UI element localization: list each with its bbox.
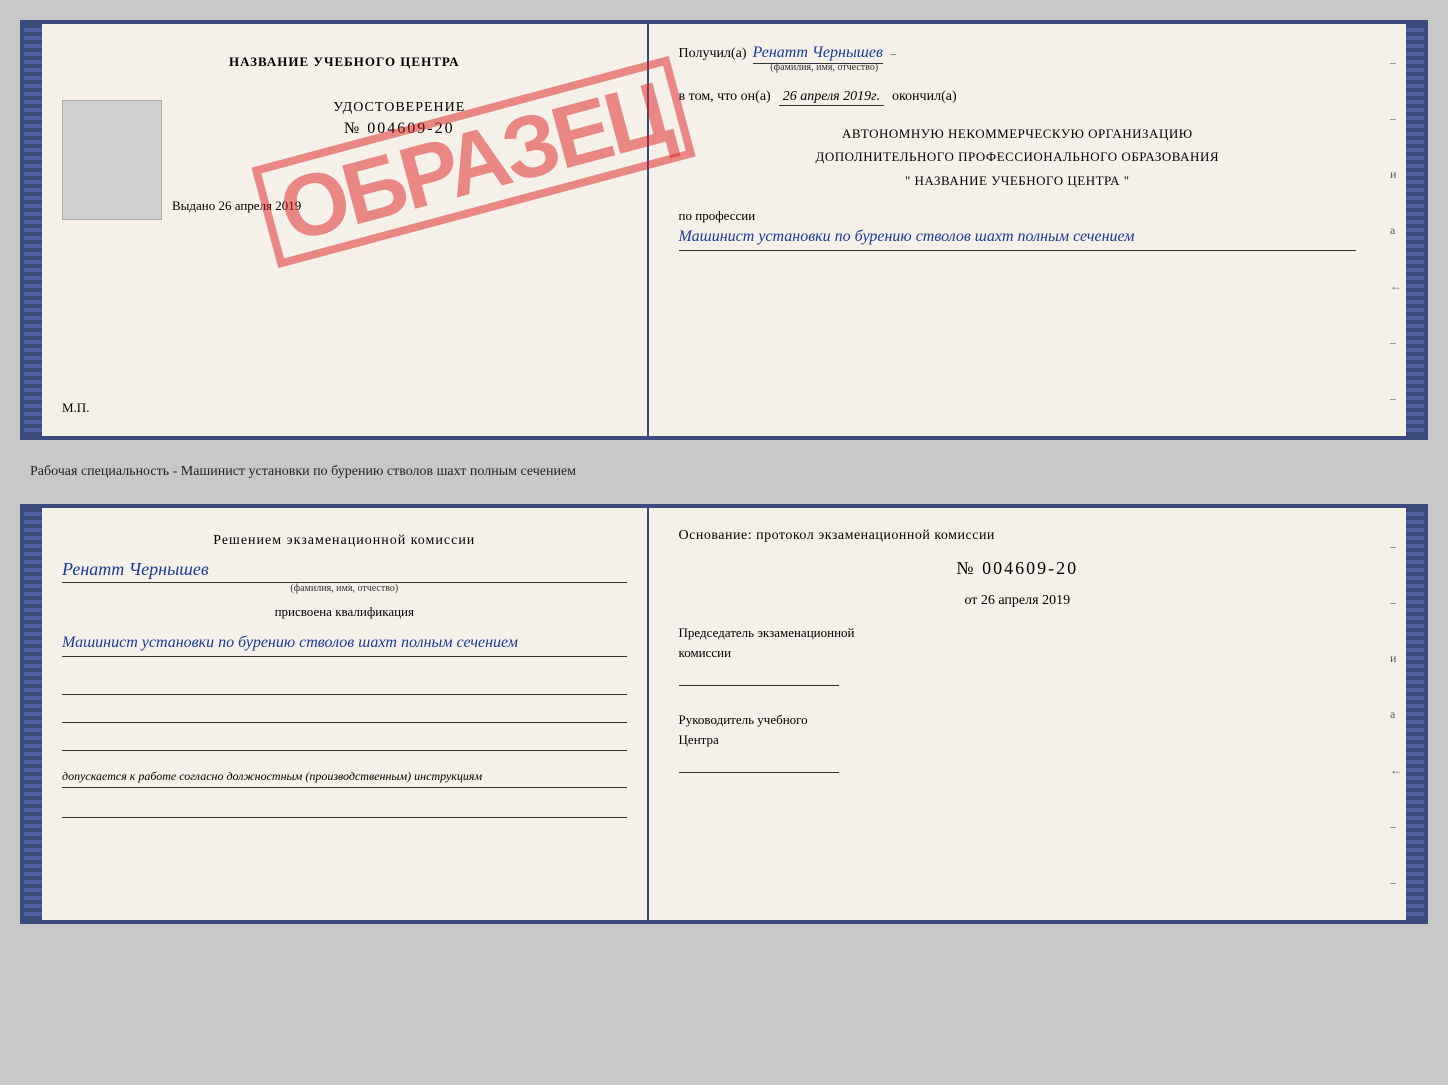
- underline-3: [62, 731, 627, 751]
- ot-label: от: [964, 593, 977, 608]
- prisvoena-label: присвоена квалификация: [62, 604, 627, 620]
- org-line3: " НАЗВАНИЕ УЧЕБНОГО ЦЕНТРА ": [679, 169, 1356, 192]
- predsedatel-line2: комиссии: [679, 643, 1356, 663]
- underline-2: [62, 703, 627, 723]
- vydano-text: Выдано 26 апреля 2019: [172, 198, 301, 213]
- org-line1: АВТОНОМНУЮ НЕКОММЕРЧЕСКУЮ ОРГАНИЗАЦИЮ: [679, 122, 1356, 145]
- bottom-left-spine: [24, 508, 42, 920]
- protocol-date: от 26 апреля 2019: [679, 593, 1356, 609]
- okonchil-label: окончил(а): [892, 89, 957, 105]
- osnovaniye-text: Основание: протокол экзаменационной коми…: [679, 528, 1356, 544]
- predsedatel-sign-line: [679, 666, 839, 686]
- left-spine: [24, 24, 42, 436]
- stamp-obrazec: ОБРАЗЕЦ: [252, 56, 697, 268]
- po-professii-block: по профессии Машинист установки по бурен…: [679, 208, 1356, 251]
- org-line2: ДОПОЛНИТЕЛЬНОГО ПРОФЕССИОНАЛЬНОГО ОБРАЗО…: [679, 145, 1356, 168]
- specialty-text: Рабочая специальность - Машинист установ…: [20, 458, 1428, 486]
- resheniyem-text: Решением экзаменационной комиссии: [62, 533, 627, 549]
- ot-date-value: 26 апреля 2019: [981, 593, 1070, 608]
- profession-name-top: Машинист установки по бурению стволов ша…: [679, 224, 1356, 251]
- vtom-row: в том, что он(а) 26 апреля 2019г. окончи…: [679, 89, 1356, 106]
- right-spine-top: [1406, 24, 1424, 436]
- predsedatel-line1: Председатель экзаменационной: [679, 623, 1356, 643]
- school-title: НАЗВАНИЕ УЧЕБНОГО ЦЕНТРА: [229, 54, 460, 70]
- bottom-right-side-dashes: – – и а ← – –: [1386, 508, 1406, 920]
- top-certificate-book: НАЗВАНИЕ УЧЕБНОГО ЦЕНТРА УДОСТОВЕРЕНИЕ №…: [20, 20, 1428, 440]
- poluchil-name-block: Ренатт Чернышев – (фамилия, имя, отчеств…: [753, 44, 896, 73]
- vtom-label: в том, что он(а): [679, 89, 771, 105]
- qualification-name: Машинист установки по бурению стволов ша…: [62, 630, 627, 657]
- bottom-certificate-book: Решением экзаменационной комиссии Ренатт…: [20, 504, 1428, 924]
- fio-label-bottom: (фамилия, имя, отчество): [62, 583, 627, 594]
- poluchil-row: Получил(а) Ренатт Чернышев – (фамилия, и…: [679, 44, 1356, 73]
- udost-label: УДОСТОВЕРЕНИЕ: [333, 100, 465, 116]
- predsedatel-text: Председатель экзаменационной комиссии: [679, 623, 1356, 686]
- bottom-left-page: Решением экзаменационной комиссии Ренатт…: [42, 508, 649, 920]
- bottom-right-page: Основание: протокол экзаменационной коми…: [649, 508, 1386, 920]
- right-spine-bottom: [1406, 508, 1424, 920]
- rukovoditel-line2: Центра: [679, 730, 1356, 750]
- right-side-dashes: – – и а ← – –: [1386, 24, 1406, 436]
- mp-row: М.П.: [62, 400, 89, 416]
- org-block: АВТОНОМНУЮ НЕКОММЕРЧЕСКУЮ ОРГАНИЗАЦИЮ ДО…: [679, 122, 1356, 192]
- underline-bottom: [62, 798, 627, 818]
- photo-placeholder: [62, 100, 162, 220]
- number-prefix: №: [956, 558, 975, 578]
- page-wrapper: НАЗВАНИЕ УЧЕБНОГО ЦЕНТРА УДОСТОВЕРЕНИЕ №…: [20, 20, 1428, 924]
- poluchil-label: Получил(а): [679, 46, 747, 62]
- rukovoditel-text: Руководитель учебного Центра: [679, 710, 1356, 773]
- lines-block: [62, 675, 627, 751]
- top-left-page: НАЗВАНИЕ УЧЕБНОГО ЦЕНТРА УДОСТОВЕРЕНИЕ №…: [42, 24, 649, 436]
- udost-container: УДОСТОВЕРЕНИЕ № 004609-20 ОБРАЗЕЦ Выдано…: [62, 80, 627, 392]
- vtom-date: 26 апреля 2019г.: [779, 89, 884, 106]
- dash-after-name: –: [890, 48, 896, 60]
- protocol-number: № 004609-20: [679, 558, 1356, 579]
- person-name: Ренатт Чернышев: [62, 559, 627, 583]
- protocol-num-value: 004609-20: [982, 558, 1078, 578]
- fio-label-top: (фамилия, имя, отчество): [753, 62, 896, 73]
- person-block: Ренатт Чернышев (фамилия, имя, отчество): [62, 559, 627, 594]
- po-professii-label: по профессии: [679, 208, 1356, 224]
- top-right-page: Получил(а) Ренатт Чернышев – (фамилия, и…: [649, 24, 1386, 436]
- poluchil-name: Ренатт Чернышев: [753, 44, 883, 64]
- rukovoditel-sign-line: [679, 753, 839, 773]
- underline-1: [62, 675, 627, 695]
- rukovoditel-line1: Руководитель учебного: [679, 710, 1356, 730]
- udost-number: № 004609-20: [333, 120, 465, 138]
- dopuskaetsya-text: допускается к работе согласно должностны…: [62, 767, 627, 788]
